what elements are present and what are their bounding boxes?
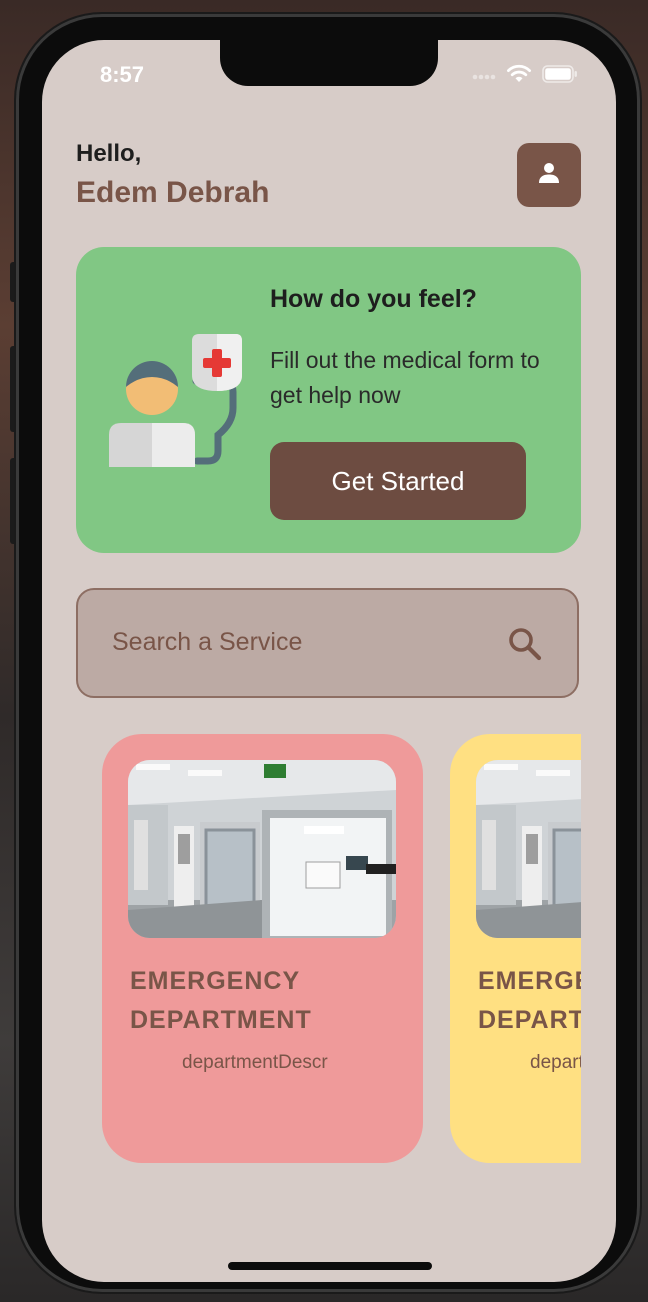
search-placeholder: Search a Service bbox=[112, 628, 303, 656]
user-name: Edem Debrah bbox=[76, 176, 270, 209]
status-icons bbox=[472, 64, 578, 89]
service-carousel[interactable]: EMERGENCY DEPARTMENT departmentDescr EME… bbox=[42, 734, 581, 1174]
person-icon bbox=[537, 161, 561, 190]
status-time: 8:57 bbox=[100, 62, 145, 87]
service-card[interactable]: EMERGENCY DEPARTMENT departmentDescr bbox=[102, 734, 423, 1163]
profile-button[interactable] bbox=[517, 143, 581, 207]
search-input[interactable]: Search a Service bbox=[76, 588, 579, 698]
get-started-button[interactable]: Get Started bbox=[270, 442, 526, 520]
service-card-title: EMERGENCY DEPARTMENT bbox=[478, 967, 581, 1034]
feel-card-text: Fill out the medical form to get help no… bbox=[270, 347, 540, 408]
emergency-department-photo bbox=[128, 760, 396, 938]
app-screen: 8:57 Hello, Edem Debrah How do you feel?… bbox=[42, 40, 616, 1282]
wifi-icon bbox=[506, 64, 532, 89]
service-card-title: EMERGENCY DEPARTMENT bbox=[130, 967, 312, 1034]
notch bbox=[220, 40, 438, 86]
how-do-you-feel-card: How do you feel? Fill out the medical fo… bbox=[76, 247, 581, 553]
service-card-description: departmentDescr bbox=[530, 1052, 581, 1073]
battery-icon bbox=[542, 65, 578, 88]
service-card-description: departmentDescr bbox=[182, 1052, 328, 1073]
service-card[interactable]: EMERGENCY DEPARTMENT departmentDescr bbox=[450, 734, 581, 1163]
search-icon[interactable] bbox=[507, 626, 543, 667]
emergency-department-photo bbox=[476, 760, 581, 938]
feel-card-title: How do you feel? bbox=[270, 285, 477, 313]
greeting-text: Hello, bbox=[76, 140, 142, 167]
cellular-dots-icon bbox=[472, 68, 496, 86]
home-indicator[interactable] bbox=[228, 1262, 432, 1270]
doctor-iv-illustration bbox=[106, 331, 246, 476]
